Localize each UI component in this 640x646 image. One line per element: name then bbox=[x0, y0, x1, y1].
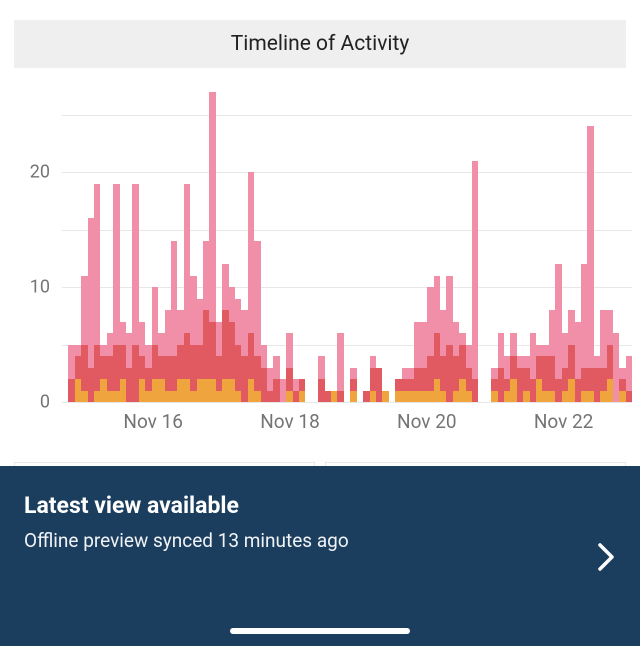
x-tick-label: Nov 22 bbox=[534, 410, 594, 433]
chart-title: Timeline of Activity bbox=[231, 32, 410, 56]
x-tick-label: Nov 16 bbox=[123, 410, 183, 433]
chart-title-bar: Timeline of Activity bbox=[14, 20, 626, 68]
activity-chart: 0 10 20 Nov 16 Nov 18 Nov 20 Nov 22 bbox=[14, 72, 626, 462]
latest-view-banner[interactable]: Latest view available Offline preview sy… bbox=[0, 466, 640, 646]
y-axis-labels: 01020 bbox=[14, 72, 58, 402]
x-tick-label: Nov 20 bbox=[397, 410, 457, 433]
x-tick-label: Nov 18 bbox=[260, 410, 320, 433]
y-tick-label: 20 bbox=[30, 162, 50, 183]
banner-title: Latest view available bbox=[24, 492, 596, 519]
banner-subtitle: Offline preview synced 13 minutes ago bbox=[24, 529, 596, 552]
bar bbox=[626, 92, 632, 402]
x-axis-labels: Nov 16 Nov 18 Nov 20 Nov 22 bbox=[62, 410, 632, 438]
plot-area bbox=[62, 92, 632, 402]
y-tick-label: 0 bbox=[40, 392, 50, 413]
chevron-right-icon bbox=[596, 541, 616, 577]
y-tick-label: 10 bbox=[30, 277, 50, 298]
home-indicator bbox=[230, 628, 410, 634]
